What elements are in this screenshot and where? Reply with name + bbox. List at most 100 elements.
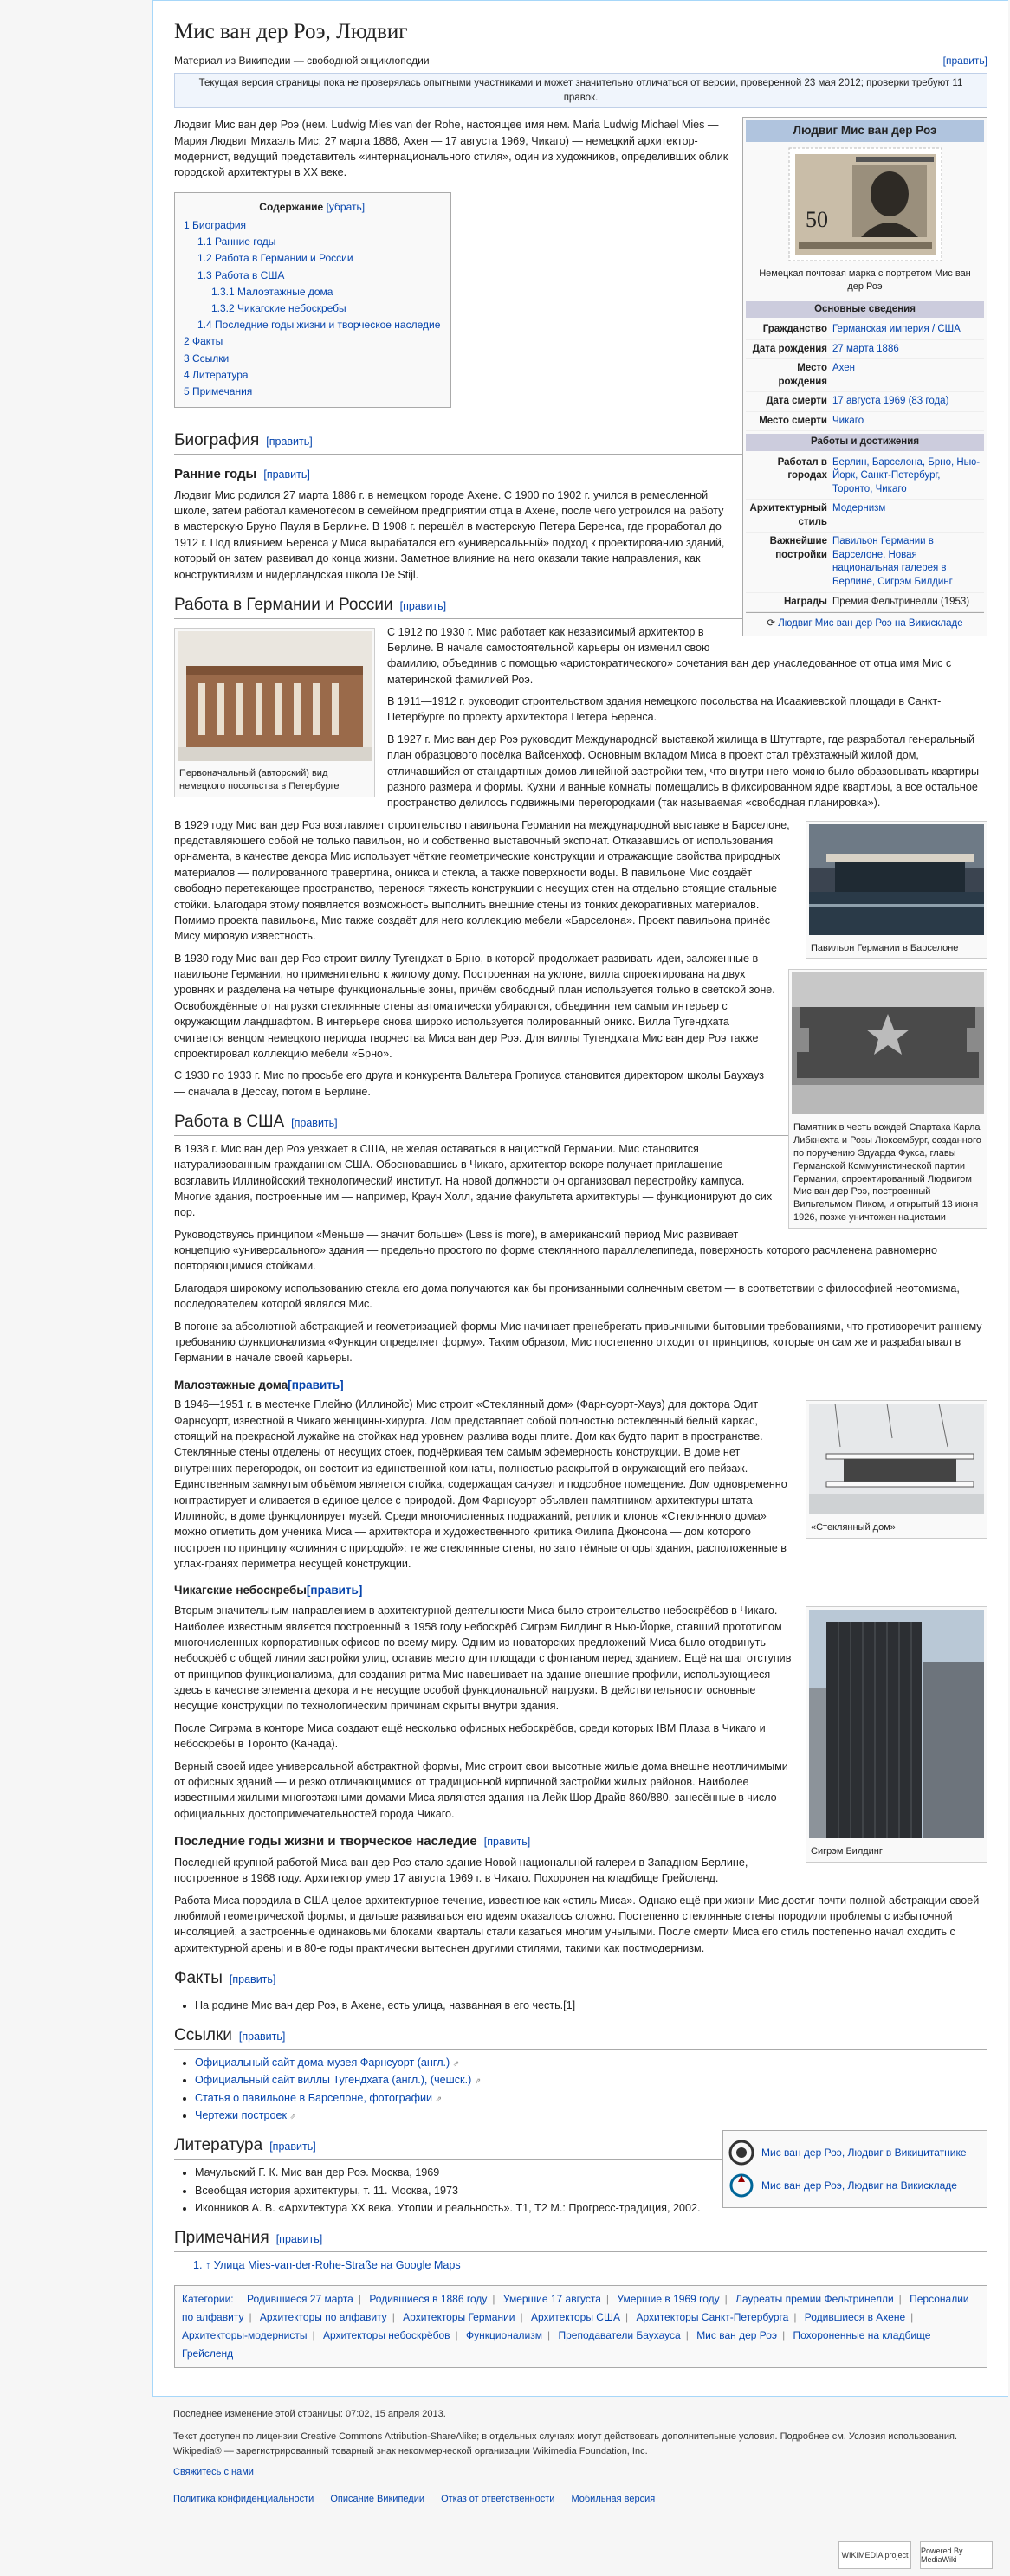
- seagram-caption: Сигрэм Билдинг: [811, 1846, 883, 1857]
- list-item: Статья о павильоне в Барселоне, фотограф…: [195, 2090, 987, 2106]
- section-heading-links: Ссылки [править]: [174, 2025, 987, 2050]
- monument-caption: Памятник в честь вождей Спартака Карла Л…: [793, 1122, 981, 1223]
- section-heading-lowrise: Малоэтажные дома[править]: [174, 1378, 344, 1391]
- toc-item[interactable]: 3 Ссылки: [184, 351, 440, 367]
- disclaimer-link[interactable]: Отказ от ответственности: [441, 2494, 554, 2504]
- infobox-row-buildings: Важнейшие постройки Павильон Германии в …: [746, 533, 984, 593]
- toc-item[interactable]: 1 Биография: [184, 217, 440, 234]
- privacy-link[interactable]: Политика конфиденциальности: [173, 2494, 314, 2504]
- category-link[interactable]: Функционализм: [466, 2329, 542, 2341]
- commons-icon: ⟳: [767, 618, 779, 629]
- review-notice: Текущая версия страницы пока не проверял…: [174, 72, 987, 109]
- category-link[interactable]: Архитекторы-модернисты: [182, 2329, 307, 2341]
- section-heading-notes: Примечания [править]: [174, 2228, 987, 2252]
- category-link[interactable]: Архитекторы Санкт-Петербурга: [636, 2311, 788, 2323]
- mediawiki-badge[interactable]: Powered By MediaWiki: [920, 2541, 993, 2569]
- links-list: Официальный сайт дома-музея Фарнсуорт (а…: [195, 2055, 987, 2124]
- category-link[interactable]: Преподаватели Баухауса: [558, 2329, 680, 2341]
- infobox-row-style: Архитектурный стиль Модернизм: [746, 500, 984, 533]
- edit-link[interactable]: [править]: [239, 2030, 285, 2043]
- category-link[interactable]: Мис ван дер Роэ: [696, 2329, 777, 2341]
- category-link[interactable]: Архитекторы Германии: [403, 2311, 515, 2323]
- toc-item[interactable]: 1.4 Последние годы жизни и творческое на…: [184, 317, 440, 333]
- usa-paragraph-3: Благодаря широкому использованию стекла …: [174, 1282, 960, 1311]
- toc-toggle[interactable]: [убрать]: [327, 201, 366, 213]
- infobox: Людвиг Мис ван дер Роэ 50 Немецкая почто…: [742, 117, 987, 636]
- edit-link[interactable]: [править]: [266, 436, 312, 448]
- edit-link[interactable]: [править]: [484, 1836, 530, 1848]
- edit-link[interactable]: [править]: [288, 1378, 343, 1391]
- embassy-image: [178, 630, 372, 761]
- glass-house-thumbnail[interactable]: «Стеклянный дом»: [806, 1400, 987, 1540]
- toc-item[interactable]: 1.3.2 Чикагские небоскребы: [184, 300, 440, 317]
- category-link[interactable]: Архитекторы небоскрёбов: [323, 2329, 450, 2341]
- edit-link[interactable]: [править]: [263, 468, 309, 481]
- contact-link[interactable]: Свяжитесь с нами: [173, 2467, 254, 2477]
- edit-top-link[interactable]: [править]: [943, 54, 987, 69]
- main-content: Мис ван дер Роэ, Людвиг Материал из Вики…: [152, 0, 1008, 2397]
- list-item: Официальный сайт виллы Тугендхата (англ.…: [195, 2072, 987, 2088]
- infobox-section-works: Работы и достижения: [746, 434, 984, 451]
- table-of-contents: Содержание [убрать] 1 Биография 1.1 Ранн…: [174, 191, 452, 409]
- embassy-thumbnail[interactable]: Первоначальный (авторский) вид немецкого…: [174, 627, 375, 798]
- category-link[interactable]: Родившиеся 27 марта: [247, 2293, 353, 2305]
- list-item: На родине Мис ван дер Роэ, в Ахене, есть…: [195, 1998, 987, 2013]
- edit-link[interactable]: [править]: [307, 1584, 362, 1597]
- infobox-caption: Немецкая почтовая марка с портретом Мис …: [759, 268, 971, 292]
- late-paragraph-2: Работа Миса породила в США целое архитек…: [174, 1894, 980, 1954]
- seagram-image: [809, 1610, 984, 1839]
- external-link-icon: ⇗: [435, 2094, 443, 2103]
- edit-link[interactable]: [править]: [291, 1117, 337, 1129]
- toc-item[interactable]: 1.2 Работа в Германии и России: [184, 250, 440, 267]
- infobox-commons-link[interactable]: ⟳ Людвиг Мис ван дер Роэ на Викискладе: [746, 612, 984, 633]
- wikiquote-link[interactable]: Мис ван дер Роэ, Людвиг в Викицитатнике: [728, 2136, 981, 2169]
- external-link-icon: ⇗: [452, 2058, 460, 2068]
- barcelona-thumbnail[interactable]: Павильон Германии в Барселоне: [806, 820, 987, 959]
- toc-item[interactable]: 1.3 Работа в США: [184, 268, 440, 284]
- section-heading-skyscrapers: Чикагские небоскребы[править]: [174, 1584, 363, 1598]
- toc-item[interactable]: 5 Примечания: [184, 384, 440, 400]
- edit-link[interactable]: [править]: [230, 1973, 275, 1985]
- facts-list: На родине Мис ван дер Роэ, в Ахене, есть…: [195, 1998, 987, 2013]
- barcelona-pavilion-image: [809, 823, 984, 935]
- category-link[interactable]: Архитекторы по алфавиту: [260, 2311, 387, 2323]
- edit-link[interactable]: [править]: [276, 2233, 322, 2245]
- edit-link[interactable]: [править]: [269, 2140, 315, 2153]
- usa-paragraph-2: Руководствуясь принципом «Меньше — значи…: [174, 1228, 938, 1273]
- mobile-view-link[interactable]: Мобильная версия: [571, 2494, 655, 2504]
- usa-paragraph-4: В погоне за абсолютной абстракцией и гео…: [174, 1320, 982, 1365]
- infobox-stamp-image[interactable]: 50: [746, 142, 984, 268]
- note-item[interactable]: 1. ↑ Улица Mies-van-der-Rohe-Straße на G…: [193, 2259, 461, 2271]
- edit-link[interactable]: [править]: [400, 600, 446, 612]
- page-title: Мис ван дер Роэ, Людвиг: [174, 11, 987, 49]
- footer-badges: WIKIMEDIA project Powered By MediaWiki: [838, 2541, 993, 2569]
- wikimedia-badge[interactable]: WIKIMEDIA project: [838, 2541, 911, 2569]
- trademark-text: Wikipedia® — зарегистрированный товарный…: [173, 2446, 648, 2457]
- external-link-icon: ⇗: [289, 2112, 297, 2121]
- footer-links: Политика конфиденциальности Описание Вик…: [173, 2492, 987, 2508]
- infobox-row-awards: Награды Премия Фельтринелли (1953): [746, 593, 984, 613]
- site-subtitle: Материал из Википедии — свободной энцикл…: [174, 54, 987, 69]
- glass-house-caption: «Стеклянный дом»: [811, 1522, 896, 1533]
- infobox-row-death-date: Дата смерти 17 августа 1969 (83 года): [746, 392, 984, 412]
- category-link[interactable]: Умершие 17 августа: [503, 2293, 601, 2305]
- infobox-row-birth-date: Дата рождения 27 марта 1886: [746, 340, 984, 360]
- category-link[interactable]: Родившиеся в 1886 году: [369, 2293, 487, 2305]
- monument-thumbnail[interactable]: Памятник в честь вождей Спартака Карла Л…: [788, 969, 987, 1229]
- category-link[interactable]: Родившиеся в Ахене: [805, 2311, 905, 2323]
- category-link[interactable]: Умершие в 1969 году: [617, 2293, 719, 2305]
- infobox-title: Людвиг Мис ван дер Роэ: [746, 120, 984, 142]
- toc-item[interactable]: 1.1 Ранние годы: [184, 234, 440, 250]
- toc-item[interactable]: 4 Литература: [184, 367, 440, 384]
- list-item: Официальный сайт дома-музея Фарнсуорт (а…: [195, 2055, 987, 2070]
- seagram-thumbnail[interactable]: Сигрэм Билдинг: [806, 1606, 987, 1863]
- categories-label[interactable]: Категории:: [182, 2293, 234, 2305]
- toc-item[interactable]: 1.3.1 Малоэтажные дома: [184, 284, 440, 300]
- category-link[interactable]: Лауреаты премии Фельтринелли: [735, 2293, 894, 2305]
- commons-link[interactable]: Мис ван дер Роэ, Людвиг на Викискладе: [728, 2169, 981, 2202]
- about-link[interactable]: Описание Википедии: [330, 2494, 424, 2504]
- external-link-icon: ⇗: [474, 2076, 482, 2086]
- category-link[interactable]: Архитекторы США: [531, 2311, 620, 2323]
- sister-projects-box: Мис ван дер Роэ, Людвиг в Викицитатнике …: [722, 2130, 987, 2209]
- toc-item[interactable]: 2 Факты: [184, 333, 440, 350]
